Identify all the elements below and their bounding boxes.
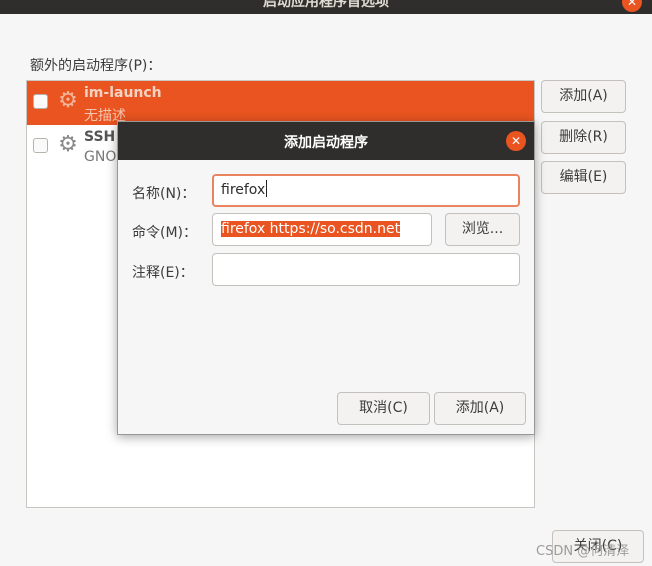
watermark: CSDN @何清泽 <box>536 544 630 559</box>
window-title: 启动应用程序首选项 <box>263 0 389 10</box>
text-caret <box>266 180 268 197</box>
dialog-titlebar: 添加启动程序 ✕ <box>118 122 534 160</box>
gear-icon: ⚙ <box>58 88 78 113</box>
enable-checkbox[interactable] <box>33 138 48 153</box>
dialog-add-button[interactable]: 添加(A) <box>434 392 526 425</box>
name-label: 名称(N)： <box>132 186 196 202</box>
comment-label: 注释(E)： <box>132 265 194 281</box>
command-label: 命令(M)： <box>132 225 198 241</box>
list-item[interactable]: ⚙ im-launch 无描述 <box>27 81 534 125</box>
window-close-icon[interactable]: ✕ <box>622 0 642 12</box>
add-startup-dialog: 添加启动程序 ✕ 名称(N)： firefox 命令(M)： firefox h… <box>117 121 535 435</box>
dialog-title: 添加启动程序 <box>284 135 368 151</box>
name-value: firefox <box>221 182 266 198</box>
add-button[interactable]: 添加(A) <box>541 80 626 113</box>
command-input[interactable]: firefox https://so.csdn.net <box>212 213 432 246</box>
cancel-button[interactable]: 取消(C) <box>337 392 430 425</box>
item-name: SSH <box>84 129 116 145</box>
name-input[interactable]: firefox <box>212 174 520 207</box>
dialog-close-icon[interactable]: ✕ <box>506 131 526 151</box>
gear-icon: ⚙ <box>58 132 78 157</box>
command-value: firefox https://so.csdn.net <box>221 221 401 237</box>
edit-button[interactable]: 编辑(E) <box>541 161 626 194</box>
startup-list-label: 额外的启动程序(P)： <box>30 58 162 74</box>
comment-input[interactable] <box>212 253 520 286</box>
remove-button[interactable]: 删除(R) <box>541 121 626 154</box>
enable-checkbox[interactable] <box>33 94 48 109</box>
browse-button[interactable]: 浏览... <box>445 213 520 246</box>
item-name: im-launch <box>84 85 162 101</box>
item-description: GNO <box>84 149 117 165</box>
window-titlebar: 启动应用程序首选项 ✕ <box>0 0 652 14</box>
